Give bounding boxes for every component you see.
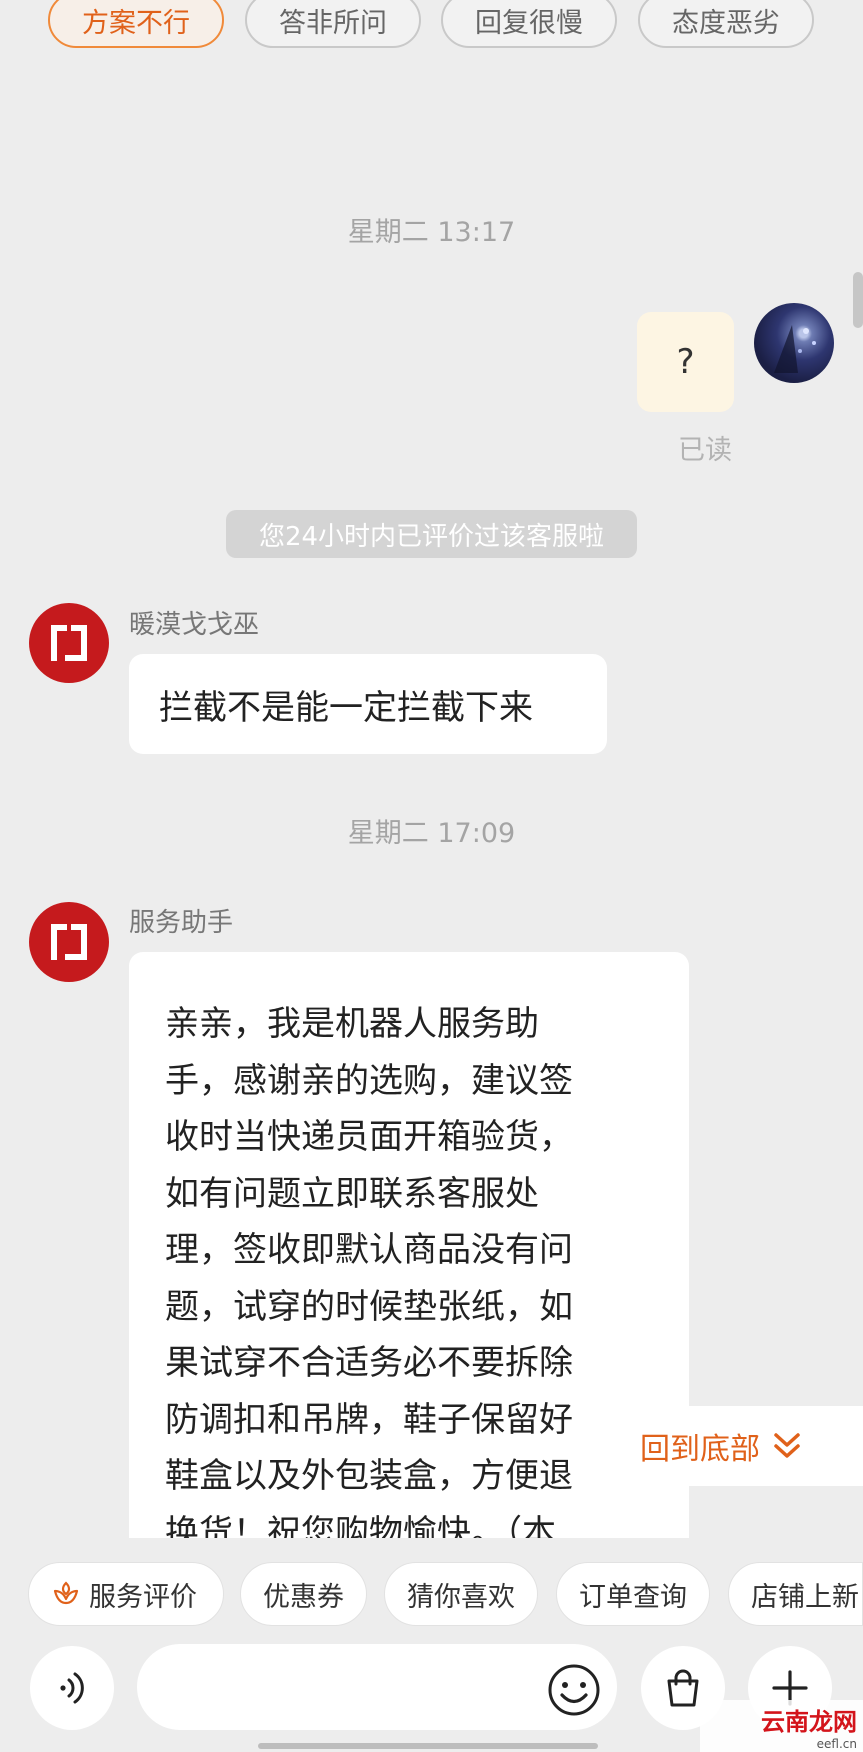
user-avatar-image [774, 325, 816, 373]
user-avatar[interactable] [754, 303, 834, 383]
message-line: 果试穿不合适务必不要拆除 [165, 1343, 573, 1383]
sender-name: 服务助手 [129, 908, 234, 938]
quick-action-order-lookup[interactable]: 订单查询 [556, 1562, 710, 1626]
watermark-title: 云南龙网 [761, 1706, 857, 1736]
site-watermark: 云南龙网 eefl.cn [700, 1700, 863, 1752]
feedback-chip-slow[interactable]: 回复很慢 [441, 0, 617, 48]
quick-action-label: 猜你喜欢 [407, 1581, 515, 1613]
quick-action-coupons[interactable]: 优惠券 [240, 1562, 367, 1626]
quick-actions-bar: 服务评价 优惠券 猜你喜欢 订单查询 店铺上新 [0, 1538, 863, 1650]
shop-logo-icon [51, 924, 87, 960]
shopping-bag-icon [667, 1669, 699, 1707]
message-line: 题，试穿的时候垫张纸，如 [165, 1286, 573, 1327]
user-message-bubble[interactable]: ? [637, 312, 734, 412]
message-line: 防调扣和吊牌，鞋子保留好 [165, 1399, 573, 1440]
voice-icon [60, 1672, 84, 1704]
quick-action-label: 服务评价 [89, 1581, 197, 1613]
feedback-chip-irrelevant[interactable]: 答非所问 [245, 0, 421, 48]
quick-action-rate-service[interactable]: 服务评价 [28, 1562, 224, 1626]
message-line: 亲亲，我是机器人服务助 [165, 1004, 539, 1044]
watermark-subtitle: eefl.cn [816, 1736, 857, 1751]
message-line: 鞋盒以及外包装盒，方便退 [165, 1456, 573, 1496]
emoji-icon [548, 1664, 600, 1716]
message-text: 拦截不是能一定拦截下来 [159, 687, 533, 728]
read-status: 已读 [678, 435, 732, 466]
system-notice: 您24小时内已评价过该客服啦 [226, 510, 637, 558]
message-line: 如有问题立即联系客服处 [165, 1173, 539, 1214]
emoji-button[interactable] [546, 1662, 602, 1718]
back-to-bottom-label: 回到底部 [640, 1432, 760, 1467]
quick-action-new-arrivals[interactable]: 店铺上新 [728, 1562, 863, 1626]
quick-action-recommendations[interactable]: 猜你喜欢 [384, 1562, 538, 1626]
timestamp: 星期二 13:17 [347, 217, 516, 248]
message-line: 理，签收即默认商品没有问 [165, 1230, 573, 1270]
voice-button[interactable] [30, 1646, 114, 1730]
agent-avatar[interactable] [29, 603, 109, 683]
chevron-double-down-icon [774, 1433, 800, 1458]
quick-action-label: 店铺上新 [751, 1581, 859, 1613]
flower-icon [53, 1581, 79, 1605]
scrollbar-thumb[interactable] [853, 272, 863, 328]
message-line: 手，感谢亲的选购，建议签 [165, 1060, 573, 1101]
message-input[interactable] [137, 1644, 617, 1730]
feedback-chip-attitude[interactable]: 态度恶劣 [638, 0, 814, 48]
back-to-bottom-button[interactable]: 回到底部 [612, 1406, 863, 1486]
sender-name: 暖漠戈戈巫 [129, 610, 260, 640]
quick-action-label: 优惠券 [263, 1581, 344, 1613]
message-line: 收时当快递员面开箱验货， [165, 1117, 573, 1157]
agent-message-bubble[interactable]: 拦截不是能一定拦截下来 [129, 654, 607, 754]
shop-logo-icon [51, 625, 87, 661]
home-indicator [258, 1743, 598, 1749]
assistant-avatar[interactable] [29, 902, 109, 982]
assistant-message-bubble[interactable]: 亲亲，我是机器人服务助 手，感谢亲的选购，建议签 收时当快递员面开箱验货， 如有… [129, 952, 689, 1572]
quick-action-label: 订单查询 [579, 1581, 687, 1613]
timestamp: 星期二 17:09 [347, 818, 516, 849]
feedback-chip-plan[interactable]: 方案不行 [48, 0, 224, 48]
